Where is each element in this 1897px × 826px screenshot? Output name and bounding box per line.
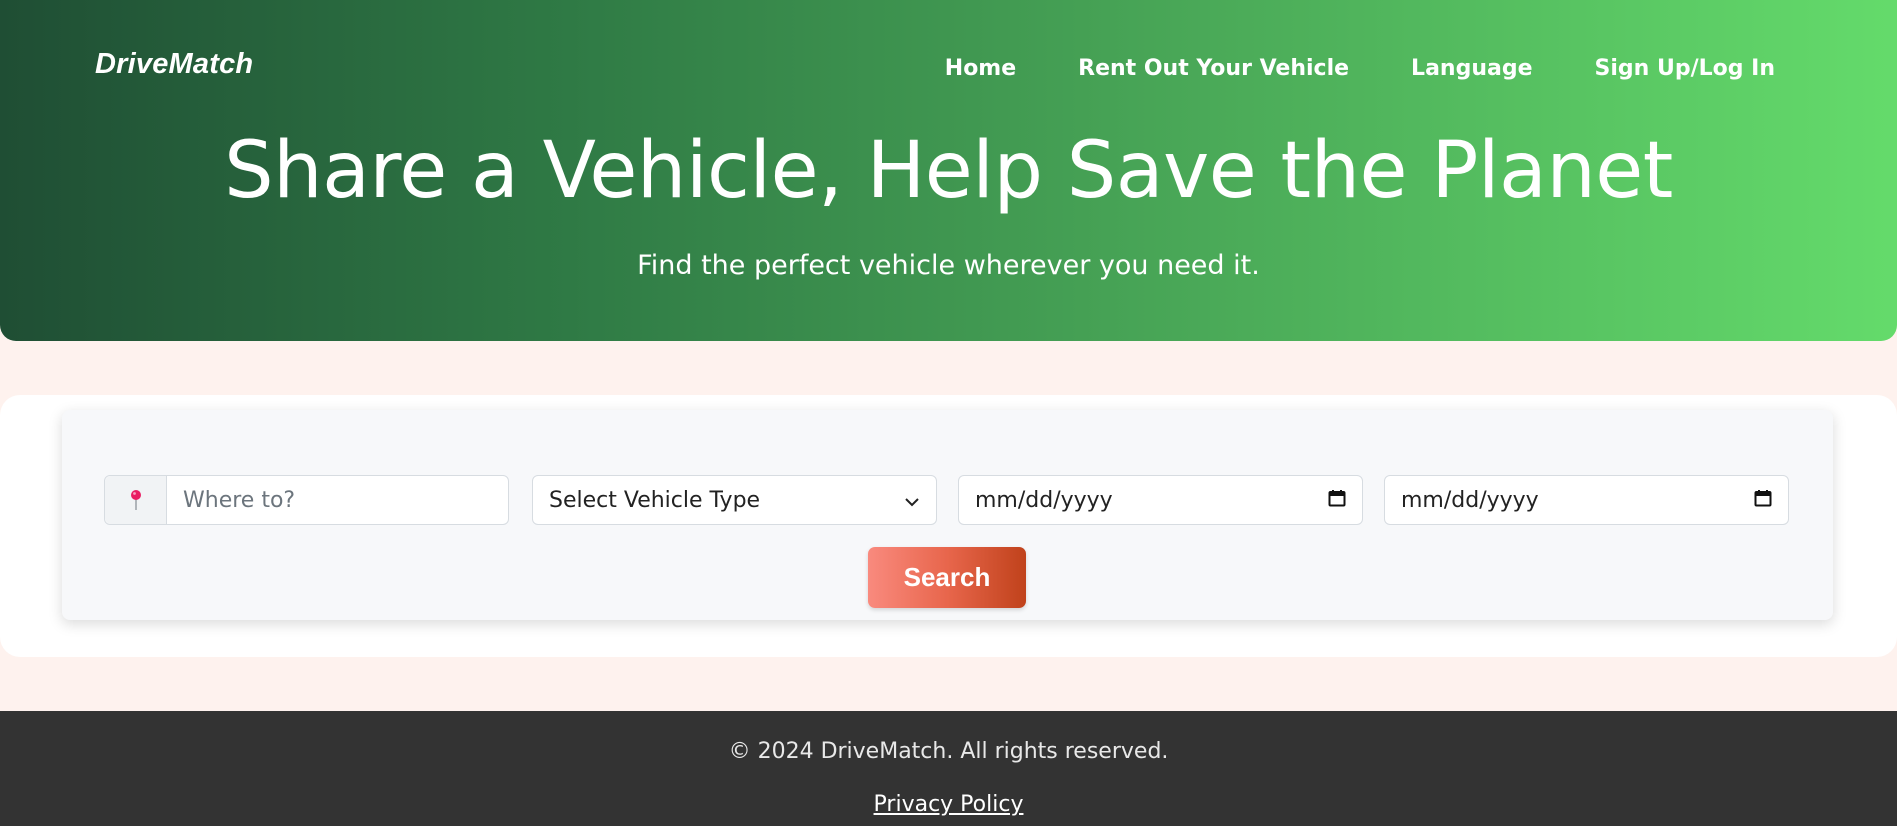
search-card: Where to? Select Vehicle Type mm/dd/yyyy… — [62, 410, 1833, 620]
vehicle-type-value: Select Vehicle Type — [549, 487, 761, 513]
main-nav: Home Rent Out Your Vehicle Language Sign… — [883, 56, 1775, 81]
hero-title: Share a Vehicle, Help Save the Planet — [224, 126, 1673, 216]
location-field: Where to? — [104, 475, 509, 525]
nav-language[interactable]: Language — [1411, 56, 1532, 81]
end-date-input[interactable]: mm/dd/yyyy — [1384, 475, 1789, 525]
hero-banner: DriveMatch Home Rent Out Your Vehicle La… — [0, 0, 1897, 341]
calendar-icon[interactable] — [1328, 488, 1346, 513]
site-logo[interactable]: DriveMatch — [95, 48, 253, 81]
start-date-placeholder: mm/dd/yyyy — [975, 487, 1113, 513]
nav-signup-login[interactable]: Sign Up/Log In — [1595, 56, 1776, 81]
nav-home[interactable]: Home — [945, 56, 1016, 81]
start-date-input[interactable]: mm/dd/yyyy — [958, 475, 1363, 525]
hero-subtitle: Find the perfect vehicle wherever you ne… — [637, 250, 1260, 281]
site-footer: © 2024 DriveMatch. All rights reserved. … — [0, 711, 1897, 826]
location-pin-icon — [105, 476, 167, 524]
chevron-down-icon — [904, 488, 920, 513]
end-date-placeholder: mm/dd/yyyy — [1401, 487, 1539, 513]
search-section: Where to? Select Vehicle Type mm/dd/yyyy… — [0, 395, 1897, 657]
privacy-policy-link[interactable]: Privacy Policy — [0, 792, 1897, 817]
calendar-icon[interactable] — [1754, 488, 1772, 513]
nav-rent-out[interactable]: Rent Out Your Vehicle — [1078, 56, 1349, 81]
vehicle-type-select[interactable]: Select Vehicle Type — [532, 475, 937, 525]
copyright-text: © 2024 DriveMatch. All rights reserved. — [728, 739, 1169, 764]
search-button[interactable]: Search — [868, 547, 1026, 608]
location-input[interactable]: Where to? — [167, 488, 295, 513]
